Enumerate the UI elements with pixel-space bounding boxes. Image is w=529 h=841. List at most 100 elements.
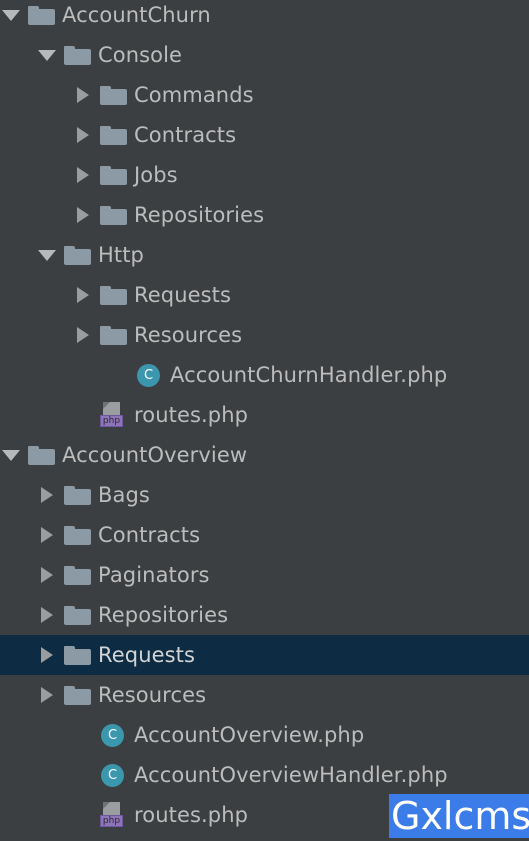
folder-icon — [62, 35, 96, 75]
tree-row[interactable]: Repositories — [0, 595, 529, 635]
tree-row[interactable]: Resources — [0, 675, 529, 715]
tree-row-label: Resources — [134, 323, 243, 347]
folder-icon — [62, 635, 96, 675]
indent-spacer — [0, 695, 36, 696]
folder-icon — [62, 555, 96, 595]
tree-row-label: Requests — [134, 283, 232, 307]
tree-row-label: Repositories — [134, 203, 265, 227]
folder-icon — [62, 595, 96, 635]
folder-icon — [98, 75, 132, 115]
tree-row[interactable]: Contracts — [0, 115, 529, 155]
folder-icon — [62, 235, 96, 275]
chevron-right-icon[interactable] — [72, 115, 98, 155]
indent-spacer — [0, 95, 72, 96]
indent-spacer — [0, 175, 72, 176]
indent-spacer — [0, 255, 36, 256]
tree-row[interactable]: php routes.php — [0, 395, 529, 435]
indent-spacer — [0, 655, 36, 656]
folder-icon — [62, 515, 96, 555]
chevron-down-icon[interactable] — [36, 35, 62, 75]
chevron-right-icon[interactable] — [36, 515, 62, 555]
tree-row[interactable]: Commands — [0, 75, 529, 115]
indent-spacer — [0, 495, 36, 496]
indent-spacer — [0, 615, 36, 616]
tree-row-label: AccountOverview.php — [134, 723, 365, 747]
indent-spacer — [0, 415, 72, 416]
php-file-icon: php — [98, 835, 132, 841]
tree-row[interactable]: Resources — [0, 315, 529, 355]
chevron-right-icon[interactable] — [36, 555, 62, 595]
indent-spacer — [0, 375, 108, 376]
tree-row-label: routes.php — [134, 803, 249, 827]
chevron-down-icon[interactable] — [36, 235, 62, 275]
project-tree-panel: AccountChurn Console Commands Contracts Jobs… — [0, 0, 529, 841]
indent-spacer — [0, 335, 72, 336]
indent-spacer — [0, 215, 72, 216]
folder-icon — [26, 435, 60, 475]
folder-icon — [98, 315, 132, 355]
folder-icon — [62, 475, 96, 515]
php-file-icon: php — [98, 395, 132, 435]
tree-row-label: AccountChurnHandler.php — [170, 363, 448, 387]
chevron-down-icon[interactable] — [0, 435, 26, 475]
folder-icon — [98, 155, 132, 195]
chevron-right-icon[interactable] — [36, 475, 62, 515]
tree-row[interactable]: Console — [0, 35, 529, 75]
tree-row-label: Console — [98, 43, 183, 67]
tree-row[interactable]: Jobs — [0, 155, 529, 195]
twisty-spacer — [72, 795, 98, 835]
indent-spacer — [0, 775, 72, 776]
tree-row-label: Commands — [134, 83, 254, 107]
twisty-spacer — [72, 395, 98, 435]
tree-row-label: Jobs — [134, 163, 178, 187]
indent-spacer — [0, 535, 36, 536]
chevron-down-icon[interactable] — [0, 0, 26, 35]
twisty-spacer — [108, 355, 134, 395]
chevron-right-icon[interactable] — [72, 275, 98, 315]
php-class-icon — [98, 715, 132, 755]
tree-row-label: AccountOverviewHandler.php — [134, 763, 448, 787]
tree-row[interactable]: Http — [0, 235, 529, 275]
watermark-label: Gxlcms — [389, 794, 529, 838]
tree-row[interactable]: Repositories — [0, 195, 529, 235]
tree-row[interactable]: Bags — [0, 475, 529, 515]
chevron-right-icon[interactable] — [72, 75, 98, 115]
tree-row-label: Requests — [98, 643, 196, 667]
folder-icon — [98, 275, 132, 315]
twisty-spacer — [72, 835, 98, 841]
chevron-right-icon[interactable] — [72, 155, 98, 195]
tree-row[interactable]: AccountOverview — [0, 435, 529, 475]
tree-row[interactable]: Paginators — [0, 555, 529, 595]
folder-icon — [26, 0, 60, 35]
php-class-icon — [98, 755, 132, 795]
tree-row-label: Contracts — [134, 123, 237, 147]
tree-row-label: Bags — [98, 483, 150, 507]
chevron-right-icon[interactable] — [36, 595, 62, 635]
folder-icon — [98, 195, 132, 235]
indent-spacer — [0, 55, 36, 56]
chevron-right-icon[interactable] — [36, 635, 62, 675]
tree-row-label: routes.php — [134, 403, 249, 427]
tree-row-label: Paginators — [98, 563, 210, 587]
tree-row[interactable]: AccountOverviewHandler.php — [0, 755, 529, 795]
tree-row[interactable]: AccountChurnHandler.php — [0, 355, 529, 395]
tree-row-label: AccountOverview — [62, 443, 248, 467]
chevron-right-icon[interactable] — [72, 195, 98, 235]
tree-row[interactable]: Requests — [0, 275, 529, 315]
php-class-icon — [134, 355, 168, 395]
tree-row[interactable]: AccountChurn — [0, 0, 529, 35]
php-file-icon: php — [98, 795, 132, 835]
tree-row-label: AccountChurn — [62, 3, 211, 27]
tree-row-label: Resources — [98, 683, 207, 707]
chevron-right-icon[interactable] — [72, 315, 98, 355]
tree-row[interactable]: Requests — [0, 635, 529, 675]
tree-row-label: Repositories — [98, 603, 229, 627]
twisty-spacer — [72, 755, 98, 795]
folder-icon — [62, 675, 96, 715]
chevron-right-icon[interactable] — [36, 675, 62, 715]
indent-spacer — [0, 815, 72, 816]
indent-spacer — [0, 575, 36, 576]
twisty-spacer — [72, 715, 98, 755]
tree-row[interactable]: Contracts — [0, 515, 529, 555]
tree-row[interactable]: AccountOverview.php — [0, 715, 529, 755]
